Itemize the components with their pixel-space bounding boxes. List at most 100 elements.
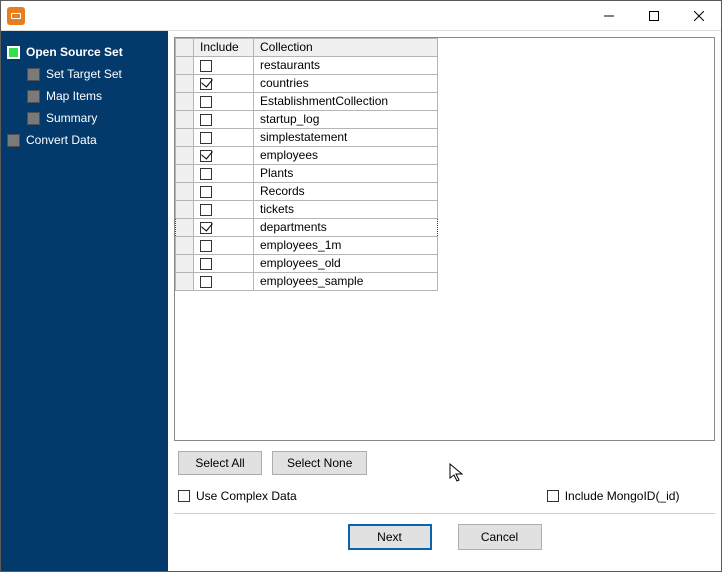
row-header[interactable] <box>176 57 194 75</box>
titlebar <box>1 1 721 31</box>
row-header[interactable] <box>176 165 194 183</box>
minimize-icon <box>604 11 614 21</box>
checkbox-icon <box>200 258 212 270</box>
checkbox-icon <box>200 60 212 72</box>
row-header[interactable] <box>176 93 194 111</box>
checkbox-icon <box>200 276 212 288</box>
collection-name-cell[interactable]: countries <box>254 75 438 93</box>
cancel-button[interactable]: Cancel <box>458 524 542 550</box>
maximize-icon <box>649 11 659 21</box>
row-header[interactable] <box>176 75 194 93</box>
checkbox-icon <box>200 96 212 108</box>
use-complex-data-checkbox[interactable]: Use Complex Data <box>178 489 297 503</box>
collection-name-cell[interactable]: startup_log <box>254 111 438 129</box>
step-label: Set Target Set <box>46 67 122 81</box>
table-row[interactable]: departments <box>176 219 438 237</box>
minimize-button[interactable] <box>586 1 631 30</box>
row-header[interactable] <box>176 147 194 165</box>
include-cell[interactable] <box>194 129 254 147</box>
collection-name-cell[interactable]: Records <box>254 183 438 201</box>
collection-name-cell[interactable]: employees_sample <box>254 273 438 291</box>
checkbox-label: Use Complex Data <box>196 489 297 503</box>
include-cell[interactable] <box>194 273 254 291</box>
collection-table-container[interactable]: Include Collection restaurantscountriesE… <box>174 37 715 441</box>
select-all-button[interactable]: Select All <box>178 451 262 475</box>
step-label: Convert Data <box>26 133 97 147</box>
row-header[interactable] <box>176 201 194 219</box>
include-cell[interactable] <box>194 219 254 237</box>
include-cell[interactable] <box>194 111 254 129</box>
row-header[interactable] <box>176 273 194 291</box>
table-row[interactable]: Records <box>176 183 438 201</box>
table-row[interactable]: employees_old <box>176 255 438 273</box>
separator <box>174 513 715 514</box>
wizard-sidebar: Open Source Set Set Target Set Map Items… <box>1 31 168 571</box>
table-corner[interactable] <box>176 39 194 57</box>
checkbox-icon <box>200 204 212 216</box>
collection-name-cell[interactable]: employees_old <box>254 255 438 273</box>
include-cell[interactable] <box>194 201 254 219</box>
checkbox-icon <box>178 490 190 502</box>
table-row[interactable]: countries <box>176 75 438 93</box>
row-header[interactable] <box>176 129 194 147</box>
collection-name-cell[interactable]: departments <box>254 219 438 237</box>
include-cell[interactable] <box>194 165 254 183</box>
step-indicator-icon <box>27 90 40 103</box>
next-button[interactable]: Next <box>348 524 432 550</box>
table-row[interactable]: startup_log <box>176 111 438 129</box>
step-map-items[interactable]: Map Items <box>7 85 162 107</box>
select-none-button[interactable]: Select None <box>272 451 367 475</box>
table-row[interactable]: restaurants <box>176 57 438 75</box>
step-open-source-set[interactable]: Open Source Set <box>7 41 162 63</box>
checkbox-label: Include MongoID(_id) <box>565 489 680 503</box>
row-header[interactable] <box>176 255 194 273</box>
window-controls <box>586 1 721 30</box>
table-row[interactable]: employees_1m <box>176 237 438 255</box>
include-cell[interactable] <box>194 93 254 111</box>
include-cell[interactable] <box>194 183 254 201</box>
table-row[interactable]: simplestatement <box>176 129 438 147</box>
collection-name-cell[interactable]: EstablishmentCollection <box>254 93 438 111</box>
checkbox-icon <box>200 132 212 144</box>
table-row[interactable]: employees_sample <box>176 273 438 291</box>
row-header[interactable] <box>176 183 194 201</box>
table-row[interactable]: Plants <box>176 165 438 183</box>
step-label: Map Items <box>46 89 102 103</box>
table-row[interactable]: employees <box>176 147 438 165</box>
maximize-button[interactable] <box>631 1 676 30</box>
include-cell[interactable] <box>194 255 254 273</box>
checkbox-icon <box>200 240 212 252</box>
checkbox-icon <box>200 150 212 162</box>
collection-name-cell[interactable]: tickets <box>254 201 438 219</box>
collection-name-cell[interactable]: Plants <box>254 165 438 183</box>
row-header[interactable] <box>176 237 194 255</box>
include-cell[interactable] <box>194 57 254 75</box>
table-row[interactable]: tickets <box>176 201 438 219</box>
main-panel: Include Collection restaurantscountriesE… <box>168 31 721 571</box>
row-header[interactable] <box>176 111 194 129</box>
column-header-include[interactable]: Include <box>194 39 254 57</box>
collection-name-cell[interactable]: employees <box>254 147 438 165</box>
step-set-target-set[interactable]: Set Target Set <box>7 63 162 85</box>
include-cell[interactable] <box>194 237 254 255</box>
step-indicator-icon <box>7 134 20 147</box>
close-button[interactable] <box>676 1 721 30</box>
step-convert-data[interactable]: Convert Data <box>7 129 162 151</box>
table-row[interactable]: EstablishmentCollection <box>176 93 438 111</box>
collection-name-cell[interactable]: simplestatement <box>254 129 438 147</box>
checkbox-icon <box>200 78 212 90</box>
row-header[interactable] <box>176 219 194 237</box>
include-cell[interactable] <box>194 75 254 93</box>
collection-name-cell[interactable]: restaurants <box>254 57 438 75</box>
column-header-collection[interactable]: Collection <box>254 39 438 57</box>
step-indicator-icon <box>27 112 40 125</box>
include-mongoid-checkbox[interactable]: Include MongoID(_id) <box>547 489 680 503</box>
step-label: Summary <box>46 111 97 125</box>
include-cell[interactable] <box>194 147 254 165</box>
collection-name-cell[interactable]: employees_1m <box>254 237 438 255</box>
step-summary[interactable]: Summary <box>7 107 162 129</box>
app-icon <box>7 7 25 25</box>
step-indicator-icon <box>27 68 40 81</box>
step-label: Open Source Set <box>26 45 123 59</box>
close-icon <box>694 11 704 21</box>
